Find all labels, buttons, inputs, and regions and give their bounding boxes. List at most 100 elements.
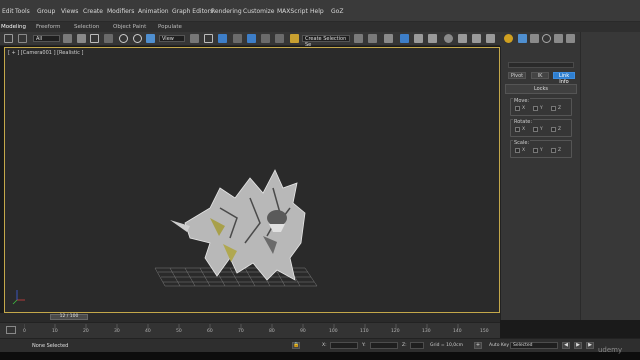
- tab-populate[interactable]: Populate: [158, 24, 182, 30]
- creature-model[interactable]: [5, 48, 501, 314]
- select-object-icon[interactable]: [63, 34, 72, 43]
- tick-label: 20: [83, 329, 89, 334]
- time-slider-bar: 12 / 100: [0, 313, 500, 322]
- rotate-x-checkbox[interactable]: X: [515, 127, 529, 133]
- keyboard-shortcut-icon[interactable]: [218, 34, 227, 43]
- link-icon[interactable]: [18, 34, 27, 43]
- align-icon[interactable]: [368, 34, 377, 43]
- menu-modifiers[interactable]: Modifiers: [107, 8, 134, 15]
- tab-freeform[interactable]: Freeform: [36, 24, 61, 30]
- rotate-icon[interactable]: [133, 34, 142, 43]
- move-y-checkbox[interactable]: Y: [533, 106, 547, 112]
- display-tab-icon[interactable]: [554, 34, 563, 43]
- menu-create[interactable]: Create: [83, 8, 103, 15]
- select-manipulate-icon[interactable]: [204, 34, 213, 43]
- tick-label: 150: [480, 329, 489, 334]
- selection-filter-dropdown[interactable]: All: [33, 35, 60, 42]
- menu-customize[interactable]: Customize: [243, 8, 275, 15]
- scale-x-checkbox[interactable]: X: [515, 148, 529, 154]
- scale-y-checkbox[interactable]: Y: [533, 148, 547, 154]
- menu-rendering[interactable]: Rendering: [211, 8, 242, 15]
- locks-move-group: Move: X Y Z: [510, 98, 572, 116]
- snaps-toggle-icon[interactable]: [233, 34, 242, 43]
- menu-help[interactable]: Help: [310, 8, 324, 15]
- tick-label: 80: [269, 329, 275, 334]
- mirror-icon[interactable]: [354, 34, 363, 43]
- menu-goz[interactable]: GoZ: [331, 8, 343, 15]
- x-coordinate-field[interactable]: [330, 342, 358, 349]
- curve-editor-icon[interactable]: [414, 34, 423, 43]
- menu-views[interactable]: Views: [61, 8, 78, 15]
- time-slider[interactable]: 12 / 100: [50, 314, 88, 320]
- track-bar[interactable]: 0 10 20 30 40 50 60 70 80 90 100 110 120…: [0, 322, 500, 338]
- menu-bar: Edit Tools Group Views Create Modifiers …: [0, 0, 640, 22]
- layer-manager-icon[interactable]: [384, 34, 393, 43]
- menu-graph-editors[interactable]: Graph Editors: [172, 8, 213, 15]
- z-coordinate-field[interactable]: [410, 342, 424, 349]
- edit-named-selection-icon[interactable]: [290, 34, 299, 43]
- tab-selection[interactable]: Selection: [74, 24, 99, 30]
- move-group-title: Move:: [513, 98, 531, 104]
- render-setup-icon[interactable]: [458, 34, 467, 43]
- tick-label: 120: [391, 329, 400, 334]
- tick-label: 0: [23, 329, 26, 334]
- material-editor-icon[interactable]: [444, 34, 453, 43]
- tick-label: 10: [52, 329, 58, 334]
- rendered-frame-icon[interactable]: [472, 34, 481, 43]
- menu-maxscript[interactable]: MAXScript: [277, 8, 308, 15]
- move-icon[interactable]: [119, 34, 128, 43]
- scale-z-checkbox[interactable]: Z: [551, 148, 565, 154]
- key-filter-dropdown[interactable]: Selected: [510, 342, 558, 349]
- named-selection-dropdown[interactable]: Create Selection Se: [302, 35, 350, 48]
- utilities-tab-icon[interactable]: [566, 34, 575, 43]
- object-name-field[interactable]: [508, 62, 574, 68]
- go-to-end-icon[interactable]: ▶: [586, 342, 594, 349]
- locks-rollout-header[interactable]: Locks: [505, 84, 577, 94]
- scene-explorer-icon[interactable]: [400, 34, 409, 43]
- tick-label: 40: [145, 329, 151, 334]
- percent-snap-icon[interactable]: [261, 34, 270, 43]
- rotate-y-checkbox[interactable]: Y: [533, 127, 547, 133]
- tick-label: 140: [453, 329, 462, 334]
- y-coordinate-field[interactable]: [370, 342, 398, 349]
- select-by-name-icon[interactable]: [77, 34, 86, 43]
- menu-animation[interactable]: Animation: [138, 8, 169, 15]
- motion-tab-icon[interactable]: [542, 34, 551, 43]
- spinner-snap-icon[interactable]: [275, 34, 284, 43]
- camera-viewport[interactable]: [ + ] [Camera001 ] [Realistic ]: [4, 47, 500, 313]
- ribbon: Modeling Freeform Selection Object Paint…: [0, 22, 640, 32]
- auto-key-label[interactable]: Auto Key: [489, 343, 509, 348]
- add-time-tag-icon[interactable]: +: [474, 342, 482, 349]
- angle-snap-icon[interactable]: [247, 34, 256, 43]
- play-icon[interactable]: ▶: [574, 342, 582, 349]
- go-to-start-icon[interactable]: ◀: [562, 342, 570, 349]
- undo-icon[interactable]: [4, 34, 13, 43]
- render-production-icon[interactable]: [486, 34, 495, 43]
- tab-object-paint[interactable]: Object Paint: [113, 24, 146, 30]
- window-crossing-icon[interactable]: [104, 34, 113, 43]
- hierarchy-tab-icon[interactable]: [530, 34, 539, 43]
- pivot-center-icon[interactable]: [190, 34, 199, 43]
- ik-button[interactable]: IK: [531, 72, 549, 79]
- modify-tab-icon[interactable]: [518, 34, 527, 43]
- move-z-checkbox[interactable]: Z: [551, 106, 565, 112]
- rotate-z-checkbox[interactable]: Z: [551, 127, 565, 133]
- create-tab-icon[interactable]: [504, 34, 513, 43]
- menu-edit[interactable]: Edit: [2, 8, 14, 15]
- schematic-view-icon[interactable]: [428, 34, 437, 43]
- move-x-checkbox[interactable]: X: [515, 106, 529, 112]
- reference-coordinate-dropdown[interactable]: View: [159, 35, 185, 42]
- selection-lock-icon[interactable]: 🔒: [292, 342, 300, 349]
- mini-curve-editor-icon[interactable]: [6, 326, 16, 334]
- main-toolbar: All View Create Selection Se: [0, 32, 500, 48]
- menu-tools[interactable]: Tools: [15, 8, 30, 15]
- scale-icon[interactable]: [146, 34, 155, 43]
- menu-group[interactable]: Group: [37, 8, 55, 15]
- rectangle-selection-icon[interactable]: [90, 34, 99, 43]
- pivot-button[interactable]: Pivot: [508, 72, 526, 79]
- tick-label: 70: [238, 329, 244, 334]
- tab-modeling[interactable]: Modeling: [1, 24, 26, 30]
- command-panel: Pivot IK Link Info Locks Move: X Y Z Rot…: [500, 46, 580, 320]
- link-info-button[interactable]: Link Info: [553, 72, 575, 85]
- tick-label: 130: [422, 329, 431, 334]
